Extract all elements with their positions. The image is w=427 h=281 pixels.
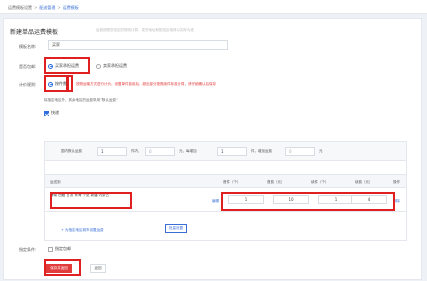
default-fee-text: 国内默认运费 <box>61 149 82 153</box>
template-form-card: 新建单品运费模板 运费按照您设定的规则计算，发货地址和配送区域请以实际为准 模板… <box>3 18 422 280</box>
batch-set-button[interactable]: 批量设置 <box>165 224 187 233</box>
breadcrumb-root[interactable]: 运费模板设置 <box>8 5 32 10</box>
default-first-fee-input[interactable]: 0 <box>145 147 175 156</box>
pricing-rule-label: 计价规则: <box>19 82 37 87</box>
conditional-free-checkbox[interactable]: 指定包邮 <box>48 246 71 252</box>
checkbox-icon <box>48 246 53 252</box>
default-add-fee-input[interactable]: 0 <box>285 147 315 156</box>
table-header: 运送到 首件（个） 首费（元） 续件（个） 续费（元） 操作 <box>45 174 406 188</box>
option-seller-pays[interactable]: 卖家承担运费 <box>96 63 127 69</box>
default-fee-text: 元 <box>319 149 323 153</box>
free-shipping-label: 是否包邮: <box>19 64 37 69</box>
breadcrumb-parent[interactable]: 配送管理 <box>39 5 55 10</box>
header-add-qty: 续件（个） <box>311 180 329 184</box>
checkbox-checked-icon <box>44 110 49 116</box>
page-subtitle: 运费按照您设定的规则计算，发货地址和配送区域请以实际为准 <box>96 28 194 32</box>
highlight-box <box>67 75 73 92</box>
template-name-input[interactable]: 买家 <box>48 40 228 50</box>
region-note: 除指定地区外，其余地区的运费采用“默认运费” <box>44 98 118 102</box>
radio-selected-icon <box>48 81 53 87</box>
option-buyer-pays[interactable]: 买家承担运费 <box>48 63 79 69</box>
default-first-qty-input[interactable]: 1 <box>97 147 127 156</box>
top-bar: 运费模板设置 > 配送管理 > 运费模板 <box>0 0 427 14</box>
template-name-label: 模板名称: <box>19 44 37 49</box>
save-and-return-button[interactable]: 保存并返回 <box>46 264 72 273</box>
default-fee-text: 件内， <box>131 149 142 153</box>
header-first-fee: 首费（元） <box>267 180 285 184</box>
header-add-fee: 续费（元） <box>355 180 373 184</box>
back-button[interactable]: 返回 <box>90 264 106 273</box>
pricing-hint: 按照运输方式进行计价，设置单件费用后，超出部分按照续件标准计算，请仔细确认后保存 <box>76 82 216 86</box>
edit-region-link[interactable]: 编辑 <box>212 199 219 204</box>
highlight-box <box>50 192 132 209</box>
header-first-qty: 首件（个） <box>223 180 241 184</box>
breadcrumb-current[interactable]: 运费模板 <box>63 5 79 10</box>
default-fee-row: 国内默认运费 1 件内， 0 元，每增加 1 件，增加运费 0 元 <box>45 142 406 161</box>
breadcrumb: 运费模板设置 > 配送管理 > 运费模板 <box>8 5 79 10</box>
default-add-qty-input[interactable]: 1 <box>217 147 247 156</box>
add-region-link[interactable]: + 为指定地区城市设置运费 <box>61 228 104 233</box>
express-rules-panel: 国内默认运费 1 件内， 0 元，每增加 1 件，增加运费 0 元 运送到 首件… <box>44 141 407 241</box>
default-fee-text: 件，增加运费 <box>251 149 272 153</box>
page-title: 新建单品运费模板 <box>10 29 59 36</box>
default-fee-text: 元，每增加 <box>179 149 197 153</box>
radio-icon <box>96 63 101 69</box>
radio-selected-icon <box>48 63 53 69</box>
option-by-quantity[interactable]: 按件数 <box>48 81 67 87</box>
highlight-box <box>221 192 395 211</box>
express-checkbox[interactable]: 快递 <box>44 110 59 116</box>
conditional-label: 指定条件: <box>19 247 37 252</box>
header-region: 运送到 <box>50 180 61 184</box>
header-action: 操作 <box>393 180 400 184</box>
